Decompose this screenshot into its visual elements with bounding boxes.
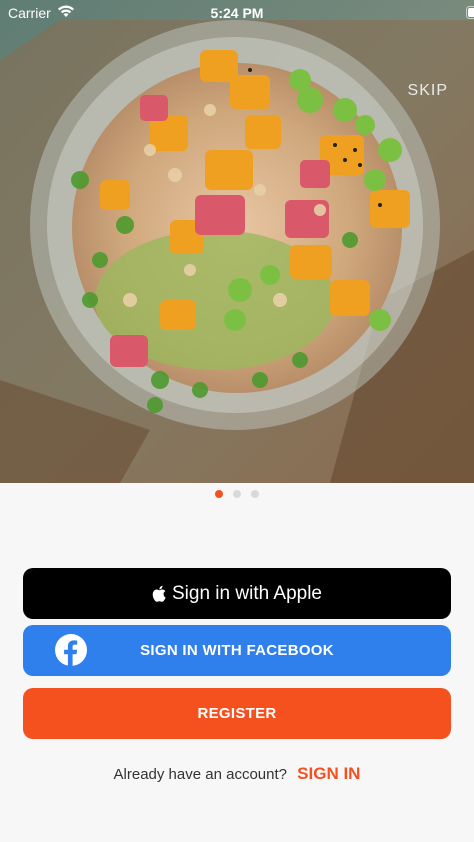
page-indicator — [0, 490, 474, 498]
status-bar: Carrier 5:24 PM — [0, 0, 474, 26]
status-time: 5:24 PM — [210, 5, 264, 21]
facebook-icon — [55, 634, 87, 670]
register-button-label: REGISTER — [197, 705, 277, 722]
page-dot[interactable] — [233, 490, 241, 498]
hero-image: Carrier 5:24 PM SKIP — [0, 0, 474, 483]
account-prompt-row: Already have an account? SIGN IN — [0, 764, 474, 784]
register-button[interactable]: REGISTER — [23, 688, 451, 739]
apple-icon — [152, 585, 166, 602]
sign-in-with-facebook-button[interactable]: SIGN IN WITH FACEBOOK — [23, 625, 451, 676]
sign-in-link[interactable]: SIGN IN — [297, 764, 360, 783]
skip-button[interactable]: SKIP — [408, 82, 448, 100]
sign-in-with-apple-button[interactable]: Sign in with Apple — [23, 568, 451, 619]
page-dot[interactable] — [251, 490, 259, 498]
poke-bowl-photo — [0, 0, 474, 483]
page-dot[interactable] — [215, 490, 223, 498]
account-prompt-text: Already have an account? — [113, 766, 287, 783]
apple-button-label: Sign in with Apple — [172, 582, 322, 604]
facebook-button-label: SIGN IN WITH FACEBOOK — [140, 642, 334, 659]
